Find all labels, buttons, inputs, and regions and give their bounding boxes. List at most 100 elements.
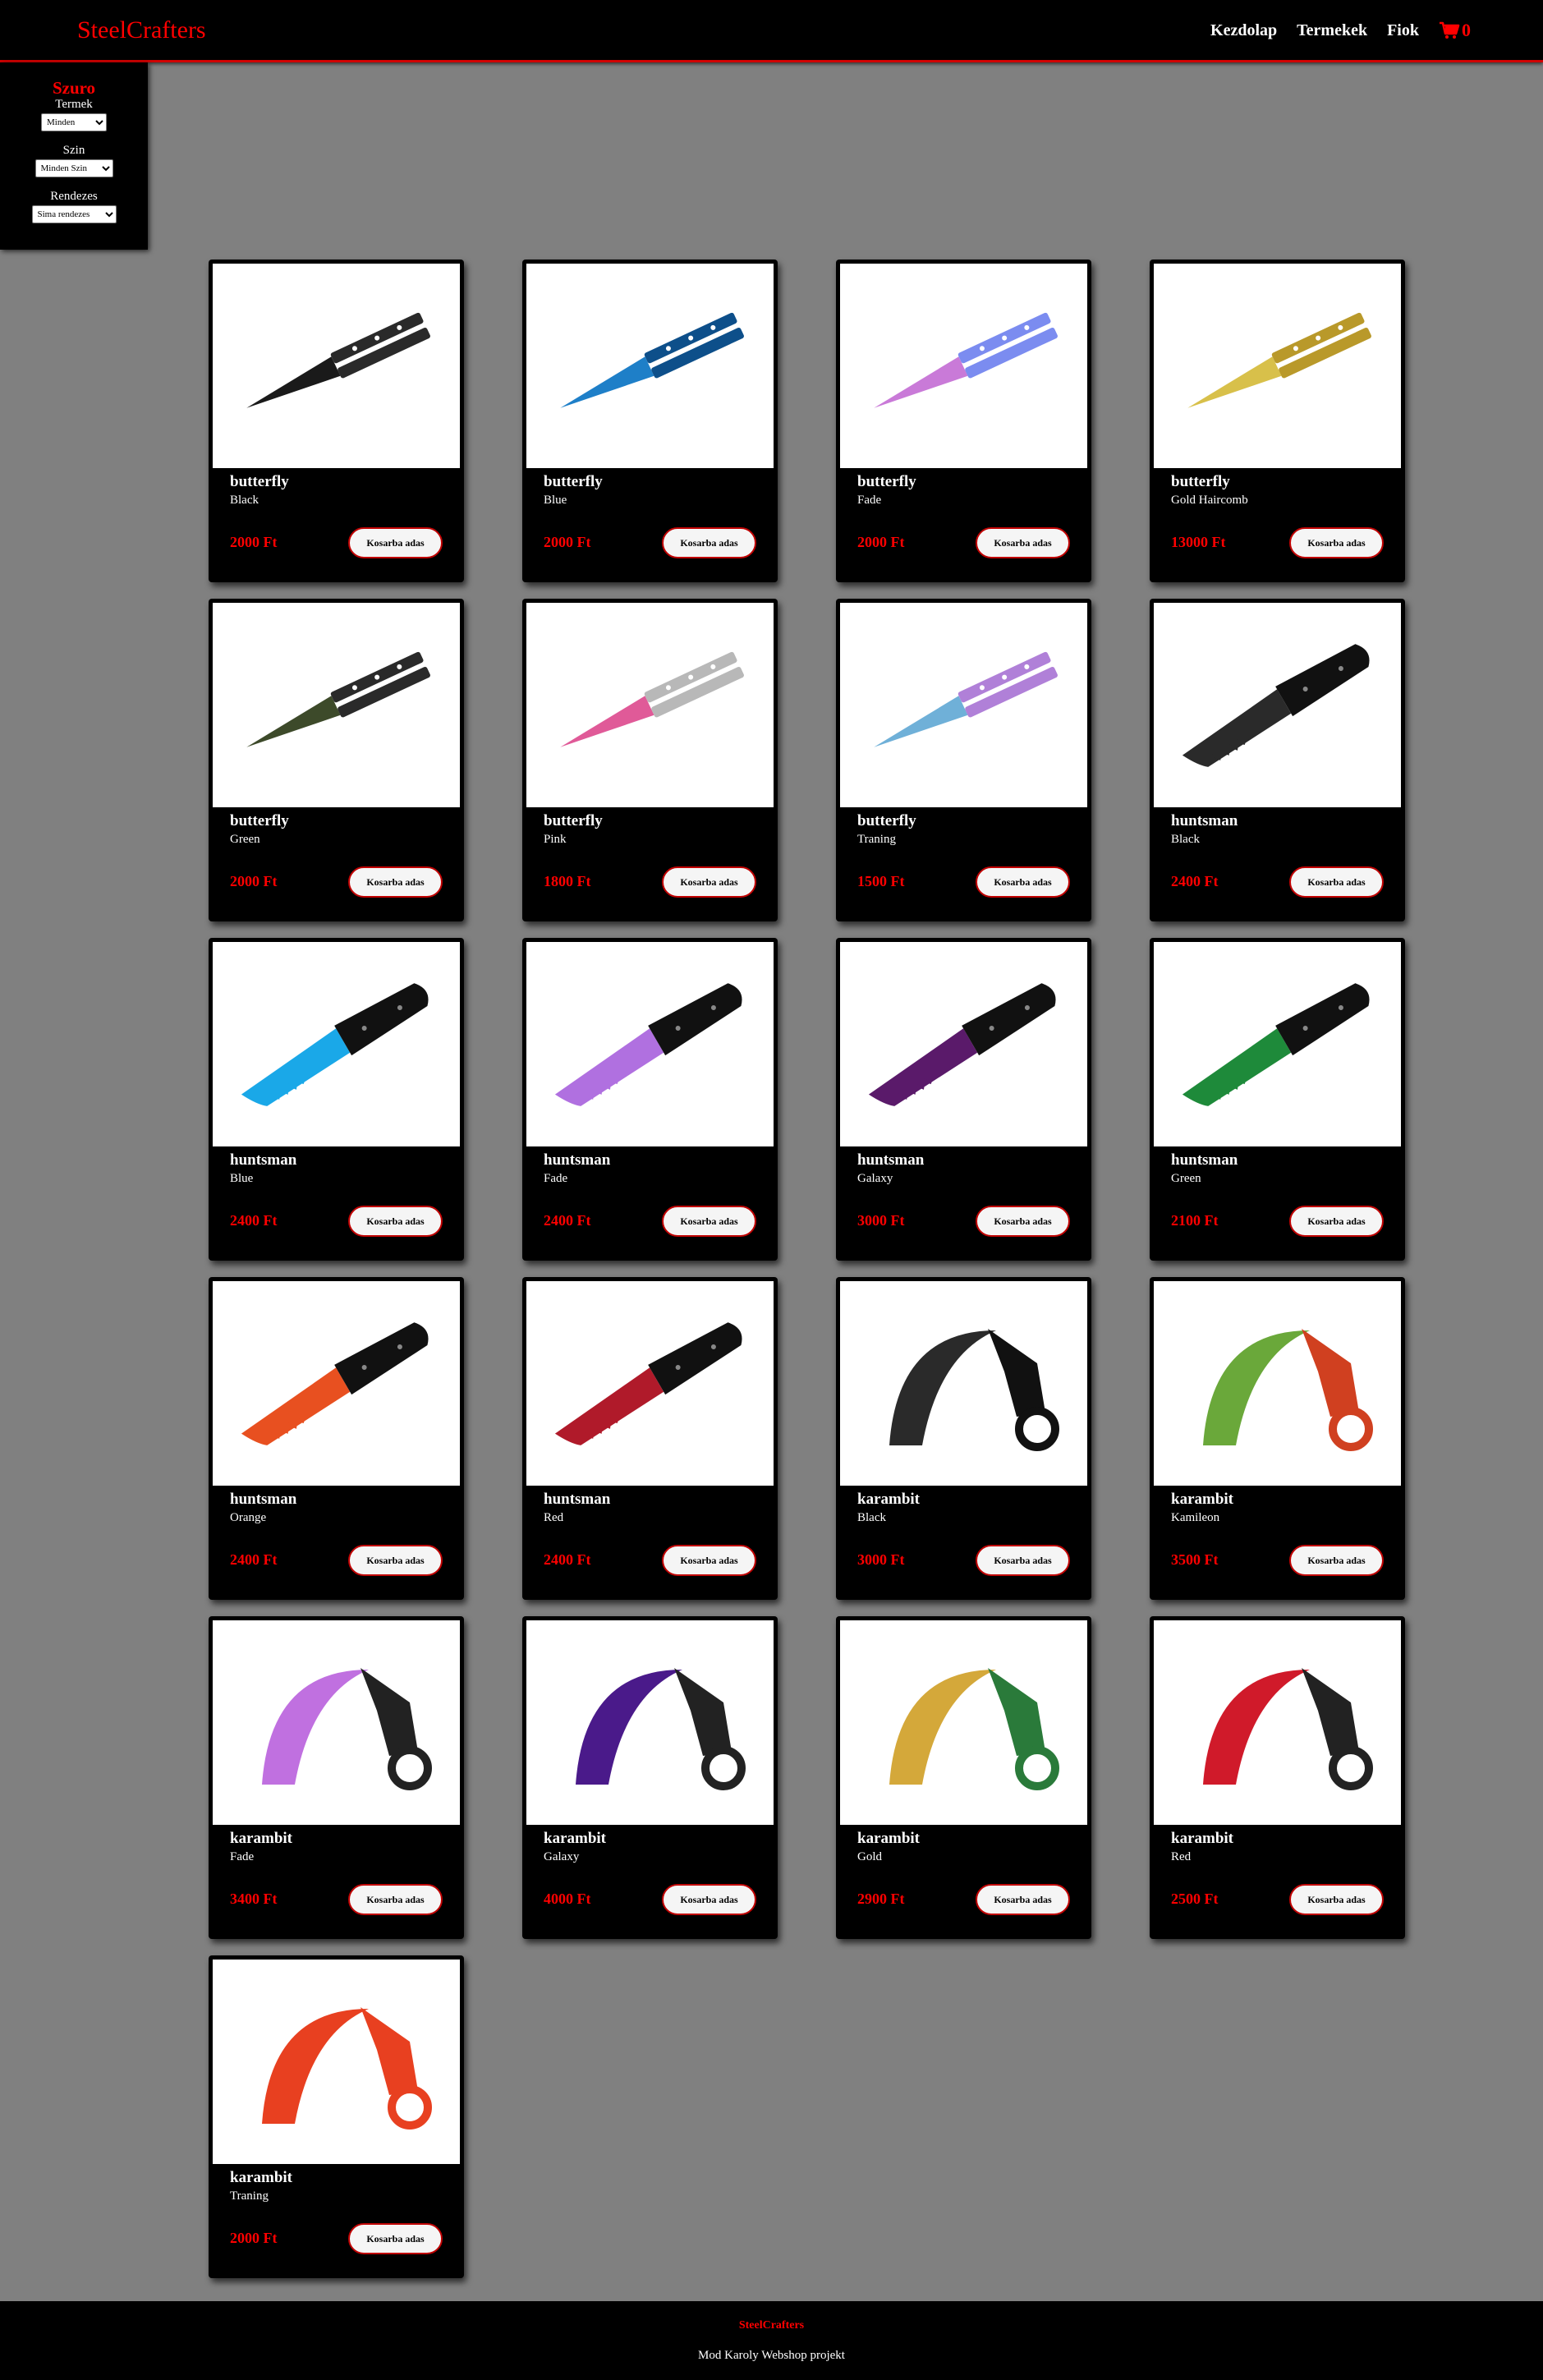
add-to-cart-button[interactable]: Kosarba adas [662,866,756,898]
product-image[interactable] [1154,1620,1401,1825]
product-image[interactable] [213,264,460,468]
product-price: 1500 Ft [857,873,905,889]
product-card: butterfly Fade 2000 Ft Kosarba adas [836,260,1091,582]
filter-title: Szuro [52,78,96,98]
add-to-cart-button[interactable]: Kosarba adas [976,1545,1070,1576]
huntsman-knife-green-icon [1182,983,1370,1106]
rendezes-select[interactable]: Sima rendezes [31,205,117,223]
product-price: 2000 Ft [857,534,905,550]
product-card: karambit Traning 2000 Ft Kosarba adas [209,1955,464,2278]
brand-logo[interactable]: SteelCrafters [77,16,206,44]
product-price: 3000 Ft [857,1551,905,1568]
add-to-cart-button[interactable]: Kosarba adas [348,1884,443,1915]
product-image[interactable] [1154,1281,1401,1486]
product-name: karambit [857,1830,920,1847]
product-image[interactable] [526,942,774,1146]
product-price: 2900 Ft [857,1891,905,1907]
product-name: huntsman [544,1491,611,1508]
main-nav: Kezdolap Termekek Fiok 0 [1210,20,1471,41]
nav-link-fiok[interactable]: Fiok [1387,21,1419,40]
product-price: 3000 Ft [857,1212,905,1229]
product-card: butterfly Green 2000 Ft Kosarba adas [209,599,464,921]
product-image[interactable] [213,942,460,1146]
product-image[interactable] [526,1620,774,1825]
product-card: huntsman Fade 2400 Ft Kosarba adas [522,938,778,1261]
footer: SteelCrafters Mod Karoly Webshop projekt [0,2301,1543,2380]
product-variant: Black [857,1511,886,1524]
add-to-cart-button[interactable]: Kosarba adas [976,1206,1070,1237]
product-name: butterfly [544,812,603,829]
product-image[interactable] [1154,264,1401,468]
add-to-cart-button[interactable]: Kosarba adas [976,527,1070,558]
product-card: huntsman Blue 2400 Ft Kosarba adas [209,938,464,1261]
add-to-cart-button[interactable]: Kosarba adas [1289,866,1384,898]
product-variant: Gold Haircomb [1171,494,1248,507]
product-variant: Traning [230,2189,269,2203]
product-price: 3500 Ft [1171,1551,1219,1568]
add-to-cart-button[interactable]: Kosarba adas [662,1206,756,1237]
product-name: karambit [857,1491,920,1508]
add-to-cart-button[interactable]: Kosarba adas [348,2223,443,2254]
butterfly-knife-black-icon [246,312,430,408]
product-variant: Fade [857,494,882,507]
product-image[interactable] [840,603,1087,807]
add-to-cart-button[interactable]: Kosarba adas [662,1545,756,1576]
product-name: butterfly [1171,473,1230,490]
product-card: karambit Gold 2900 Ft Kosarba adas [836,1616,1091,1939]
karambit-knife-gold-icon [889,1668,1059,1790]
product-image[interactable] [840,1620,1087,1825]
product-price: 2000 Ft [230,2230,278,2246]
karambit-knife-galaxy-icon [576,1668,746,1790]
product-variant: Blue [230,1172,254,1185]
add-to-cart-button[interactable]: Kosarba adas [662,527,756,558]
add-to-cart-button[interactable]: Kosarba adas [348,527,443,558]
product-name: huntsman [230,1491,297,1508]
product-card: huntsman Black 2400 Ft Kosarba adas [1150,599,1405,921]
product-image[interactable] [526,603,774,807]
termek-select[interactable]: Minden [41,113,107,131]
product-variant: Red [1171,1850,1192,1863]
product-image[interactable] [213,1620,460,1825]
product-image[interactable] [213,603,460,807]
nav-link-termekek[interactable]: Termekek [1297,21,1367,40]
product-variant: Fade [230,1850,255,1863]
product-image[interactable] [840,264,1087,468]
product-card: huntsman Orange 2400 Ft Kosarba adas [209,1277,464,1600]
product-variant: Fade [544,1172,568,1185]
nav-link-kezdolap[interactable]: Kezdolap [1210,21,1277,40]
product-variant: Black [230,494,259,507]
add-to-cart-button[interactable]: Kosarba adas [348,1206,443,1237]
product-image[interactable] [526,264,774,468]
product-variant: Pink [544,833,567,846]
add-to-cart-button[interactable]: Kosarba adas [1289,1884,1384,1915]
product-image[interactable] [213,1281,460,1486]
product-image[interactable] [1154,942,1401,1146]
product-image[interactable] [1154,603,1401,807]
butterfly-knife-pink-icon [560,651,744,747]
add-to-cart-button[interactable]: Kosarba adas [348,1545,443,1576]
product-price: 2400 Ft [544,1551,591,1568]
product-image[interactable] [840,942,1087,1146]
product-price: 4000 Ft [544,1891,591,1907]
product-variant: Traning [857,833,896,846]
add-to-cart-button[interactable]: Kosarba adas [976,1884,1070,1915]
product-image[interactable] [213,1960,460,2164]
product-variant: Blue [544,494,567,507]
szin-select[interactable]: Minden Szin [34,159,113,177]
add-to-cart-button[interactable]: Kosarba adas [348,866,443,898]
product-image[interactable] [840,1281,1087,1486]
karambit-knife-fade-icon [262,1668,432,1790]
product-card: karambit Black 3000 Ft Kosarba adas [836,1277,1091,1600]
product-name: karambit [1171,1830,1233,1847]
product-card: butterfly Pink 1800 Ft Kosarba adas [522,599,778,921]
add-to-cart-button[interactable]: Kosarba adas [976,866,1070,898]
product-name: huntsman [857,1151,925,1169]
add-to-cart-button[interactable]: Kosarba adas [1289,527,1384,558]
add-to-cart-button[interactable]: Kosarba adas [662,1884,756,1915]
karambit-knife-red-icon [1203,1668,1373,1790]
add-to-cart-button[interactable]: Kosarba adas [1289,1545,1384,1576]
product-image[interactable] [526,1281,774,1486]
add-to-cart-button[interactable]: Kosarba adas [1289,1206,1384,1237]
cart-button[interactable]: 0 [1439,20,1471,41]
product-name: karambit [1171,1491,1233,1508]
